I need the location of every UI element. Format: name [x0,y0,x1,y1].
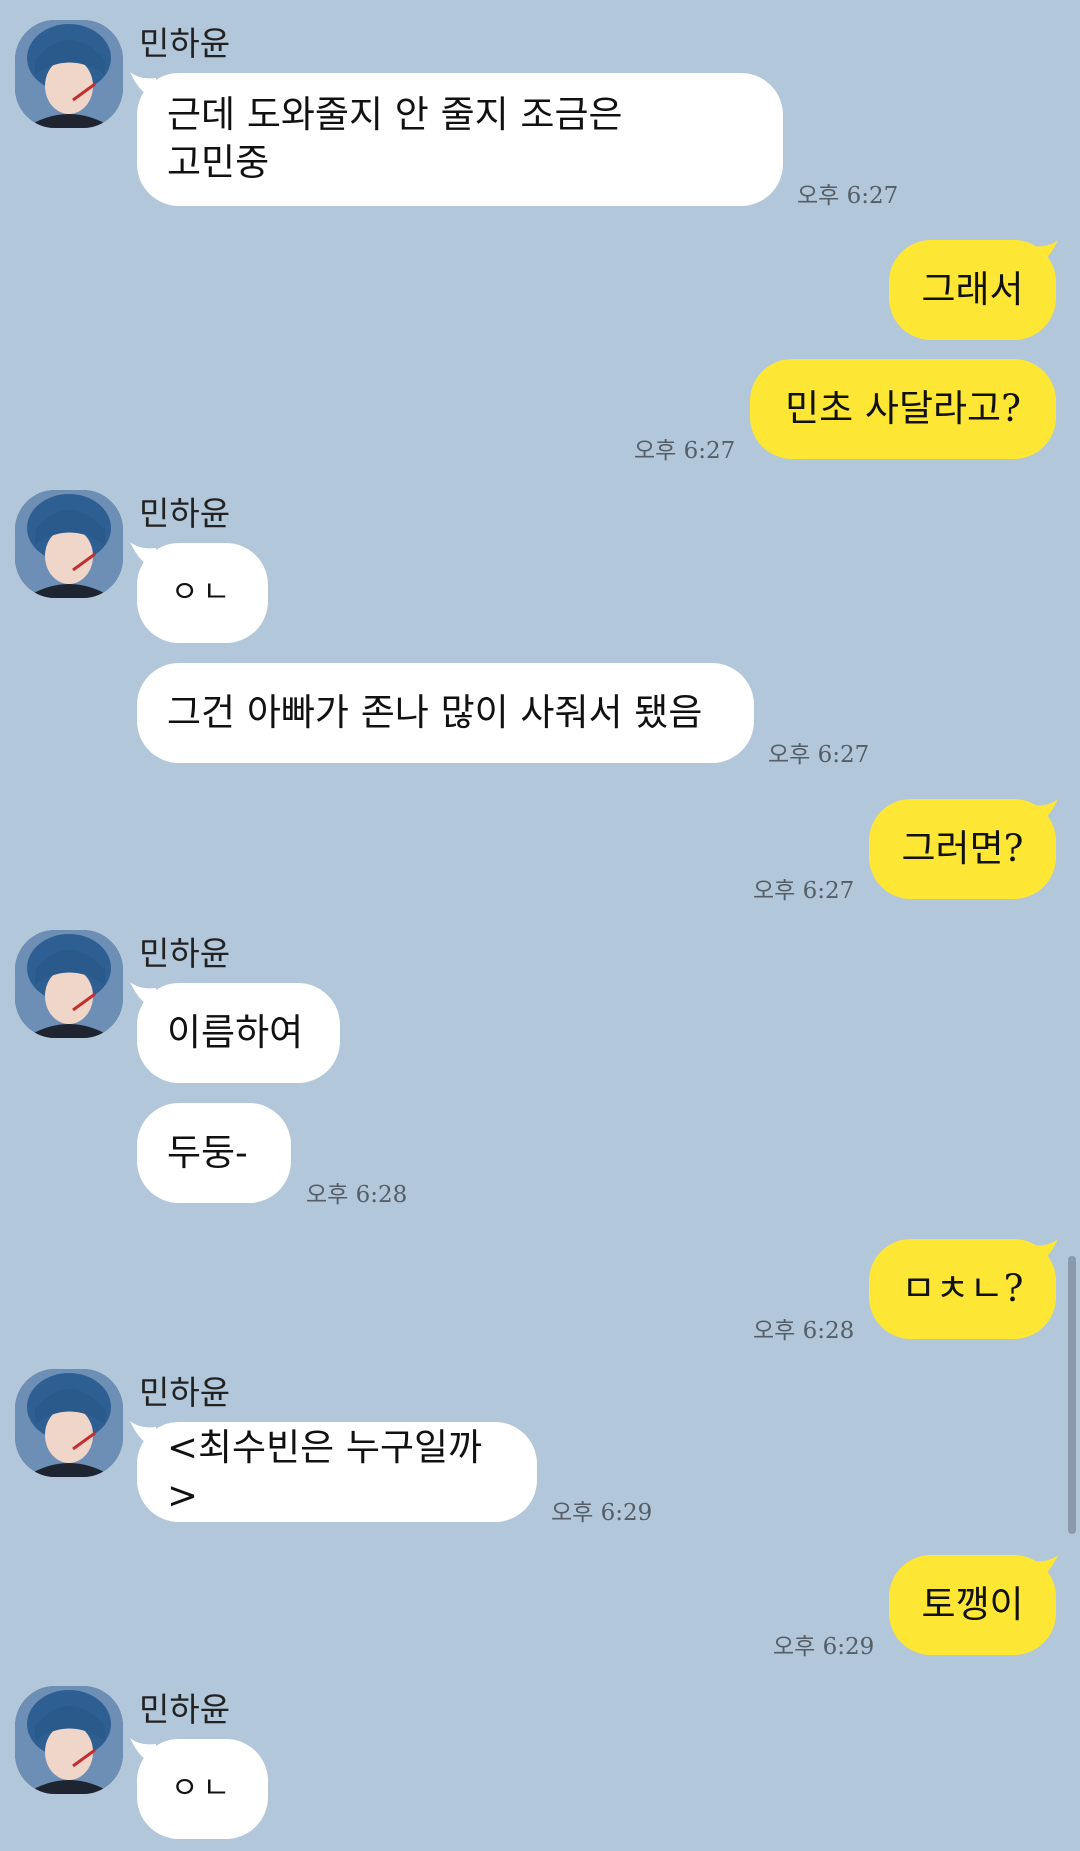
message-time: 오후 6:27 [768,742,870,768]
message-bubble-outgoing[interactable]: 토깽이 [889,1555,1056,1655]
message-bubble-incoming[interactable]: 근데 도와줄지 안 줄지 조금은 고민중 [137,73,783,206]
message-text: <최수빈은 누구일까> [167,1426,483,1517]
avatar-photo [15,1686,123,1794]
sender-name: 민하윤 [139,1690,231,1729]
avatar-photo [15,1369,123,1477]
avatar[interactable] [15,1369,123,1477]
message-text-line: 고민중 [167,141,270,184]
message-bubble-outgoing[interactable]: 그러면? [869,799,1056,899]
message-text-line: 근데 도와줄지 안 줄지 조금은 [167,93,623,136]
message-text: 두둥- [167,1131,248,1174]
message-time: 오후 6:27 [797,183,899,209]
avatar-photo [15,930,123,1038]
message-text: 그러면? [901,827,1024,870]
message-time: 오후 6:29 [773,1634,875,1660]
message-text: 그건 아빠가 존나 많이 사줘서 됐음 [167,691,703,734]
message-time: 오후 6:28 [306,1182,408,1208]
sender-name: 민하윤 [139,494,231,533]
avatar-photo [15,490,123,598]
message-text: ㅇㄴ [170,575,235,610]
message-time: 오후 6:28 [753,1318,855,1344]
message-time: 오후 6:27 [634,438,736,464]
message-text: 이름하여 [167,1011,304,1054]
message-text: 그래서 [921,268,1024,311]
avatar-photo [15,20,123,128]
avatar[interactable] [15,490,123,598]
message-time: 오후 6:29 [551,1500,653,1526]
avatar[interactable] [15,930,123,1038]
message-bubble-incoming[interactable]: 두둥- [137,1103,291,1203]
message-bubble-outgoing[interactable]: ㅁㅊㄴ? [869,1239,1056,1339]
avatar[interactable] [15,20,123,128]
sender-name: 민하윤 [139,934,231,973]
message-bubble-incoming[interactable]: 그건 아빠가 존나 많이 사줘서 됐음 [137,663,754,763]
message-bubble-incoming[interactable]: ㅇㄴ [137,1739,268,1839]
message-bubble-outgoing[interactable]: 민초 사달라고? [750,359,1056,459]
sender-name: 민하윤 [139,1373,231,1412]
message-bubble-incoming[interactable]: ㅇㄴ [137,543,268,643]
message-text: 토깽이 [921,1583,1024,1626]
avatar[interactable] [15,1686,123,1794]
message-bubble-incoming[interactable]: <최수빈은 누구일까> [137,1422,537,1522]
scrollbar[interactable] [1068,1256,1076,1534]
message-text: ㅇㄴ [170,1771,235,1806]
message-time: 오후 6:27 [753,878,855,904]
message-bubble-outgoing[interactable]: 그래서 [889,240,1056,340]
sender-name: 민하윤 [139,24,231,63]
message-text: 민초 사달라고? [785,387,1021,430]
message-bubble-incoming[interactable]: 이름하여 [137,983,340,1083]
message-text: ㅁㅊㄴ? [901,1267,1024,1310]
